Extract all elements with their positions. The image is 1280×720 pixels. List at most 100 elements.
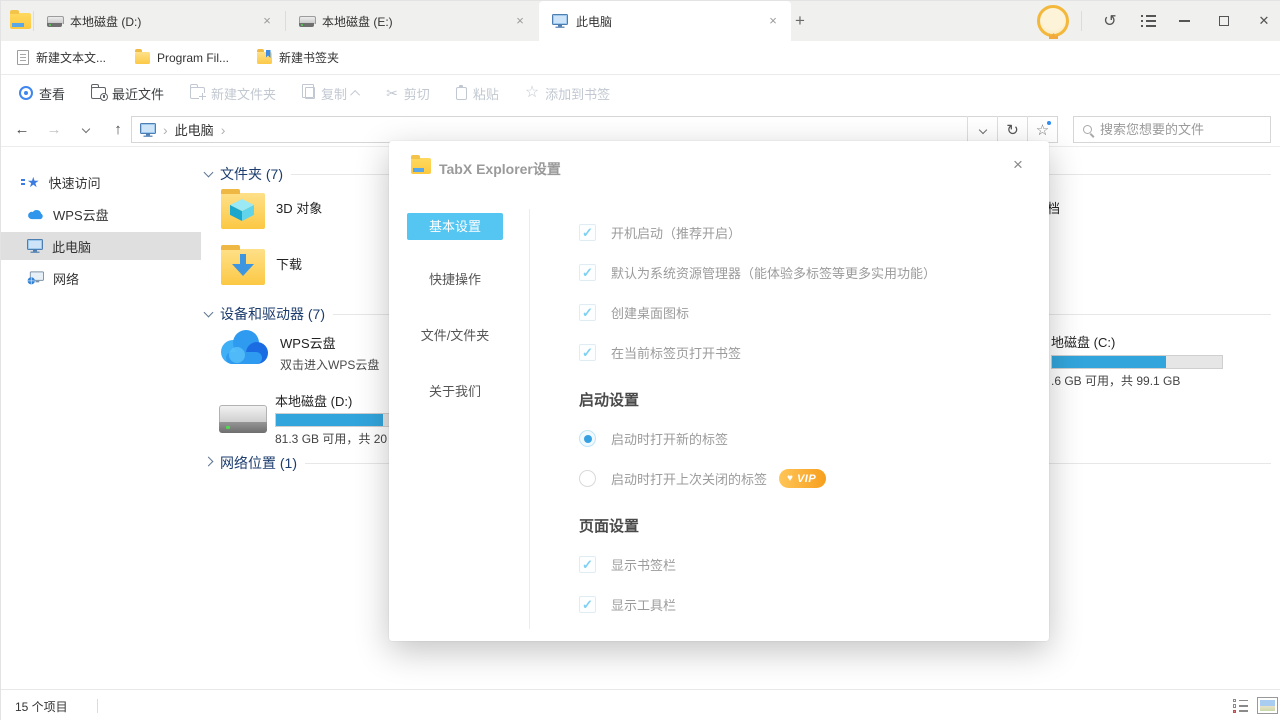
tab-this-pc[interactable]: 此电脑 × — [539, 1, 791, 41]
dialog-tab-about-us[interactable]: 关于我们 — [407, 381, 503, 400]
bookmark-page-button[interactable]: ☆ — [1027, 116, 1057, 143]
reopen-closed-tab-button[interactable]: ↺ — [1095, 7, 1125, 35]
sidebar-item-network[interactable]: 网络 — [1, 264, 201, 292]
item-label: 下载 — [276, 254, 302, 285]
checkbox-checked-icon[interactable]: ✓ — [579, 596, 596, 613]
radio-selected-icon[interactable] — [579, 430, 596, 447]
drive-usage-fill — [1052, 356, 1166, 368]
chevron-down-icon — [978, 125, 986, 133]
tab-close-icon[interactable]: × — [512, 13, 528, 29]
option-label: 在当前标签页打开书签 — [611, 343, 741, 362]
sidebar-item-label: 快速访问 — [49, 173, 101, 192]
vip-crown-icon — [1049, 33, 1058, 39]
dialog-tab-basic-settings[interactable]: 基本设置 — [407, 213, 503, 240]
radio-row-open-new-tab[interactable]: 启动时打开新的标签 — [579, 429, 728, 448]
bookmark-item-text-file[interactable]: 新建文本文... — [9, 41, 114, 74]
titlebar-separator — [1081, 11, 1082, 31]
folder-item-downloads[interactable]: 下载 — [221, 245, 302, 285]
sidebar-item-label: WPS云盘 — [53, 205, 109, 224]
checkbox-checked-icon[interactable]: ✓ — [579, 344, 596, 361]
undo-icon: ↺ — [1103, 11, 1116, 31]
tab-local-disk-e[interactable]: 本地磁盘 (E:) × — [286, 1, 538, 41]
dialog-close-button[interactable]: × — [1007, 154, 1029, 176]
drive-usage-fill — [276, 414, 383, 426]
folder-icon — [135, 52, 150, 64]
bookmark-folder-icon — [257, 52, 272, 64]
new-tab-button[interactable]: + — [789, 10, 811, 32]
tabx-explorer-window: 本地磁盘 (D:) × 本地磁盘 (E:) × 此电脑 × + ↺ ✕ 新建文本… — [0, 0, 1280, 720]
tab-close-icon[interactable]: × — [765, 13, 781, 29]
option-row-create-desktop-icon[interactable]: ✓ 创建桌面图标 — [579, 303, 689, 322]
tool-label: 最近文件 — [112, 84, 164, 103]
dialog-title: TabX Explorer设置 — [439, 159, 561, 179]
option-row-show-toolbar[interactable]: ✓ 显示工具栏 — [579, 595, 676, 614]
minimize-button[interactable] — [1169, 7, 1199, 35]
bookmark-label: Program Fil... — [157, 51, 229, 65]
sidebar-item-this-pc[interactable]: 此电脑 — [1, 232, 201, 260]
tool-label: 复制 — [321, 84, 347, 103]
drive-name: 地磁盘 (C:) — [1051, 332, 1226, 351]
address-bar[interactable]: › 此电脑 › ↻ ☆ — [131, 116, 1058, 143]
radio-row-reopen-last-closed[interactable]: 启动时打开上次关闭的标签 ♥ VIP — [579, 469, 826, 488]
maximize-button[interactable] — [1209, 7, 1239, 35]
dialog-tab-quick-actions[interactable]: 快捷操作 — [407, 269, 503, 288]
back-button[interactable]: ← — [9, 111, 35, 147]
thumbnail-view-button[interactable] — [1257, 697, 1278, 714]
forward-icon: → — [47, 121, 62, 138]
item-label: WPS云盘 — [280, 333, 379, 352]
tab-local-disk-d[interactable]: 本地磁盘 (D:) × — [34, 1, 285, 41]
checkbox-checked-icon[interactable]: ✓ — [579, 224, 596, 241]
heart-icon: ♥ — [787, 473, 793, 484]
refresh-button[interactable]: ↻ — [997, 116, 1027, 143]
forward-button[interactable]: → — [41, 111, 67, 147]
up-button[interactable]: ↑ — [105, 111, 131, 147]
computer-icon — [140, 123, 156, 137]
history-dropdown-button[interactable] — [73, 111, 99, 147]
chevron-down-icon — [82, 125, 90, 133]
option-row-open-bookmark-current-tab[interactable]: ✓ 在当前标签页打开书签 — [579, 343, 741, 362]
bookmark-item-bookmark-folder[interactable]: 新建书签夹 — [249, 41, 347, 74]
option-label: 启动时打开上次关闭的标签 — [611, 469, 767, 488]
avatar[interactable] — [1037, 5, 1069, 37]
close-window-button[interactable]: ✕ — [1249, 7, 1279, 35]
details-view-button[interactable] — [1233, 699, 1250, 713]
copy-button[interactable]: 复制 — [302, 84, 360, 103]
menu-button[interactable] — [1133, 7, 1163, 35]
cut-button[interactable]: ✂ 剪切 — [386, 84, 430, 103]
address-dropdown-button[interactable] — [967, 116, 997, 143]
app-logo-icon — [10, 13, 31, 29]
option-row-default-file-manager[interactable]: ✓ 默认为系统资源管理器（能体验多标签等更多实用功能） — [579, 263, 936, 282]
new-folder-icon — [190, 87, 205, 99]
checkbox-checked-icon[interactable]: ✓ — [579, 556, 596, 573]
checkbox-checked-icon[interactable]: ✓ — [579, 264, 596, 281]
sidebar-item-wps-cloud[interactable]: WPS云盘 — [1, 200, 201, 228]
bookmark-item-program-files[interactable]: Program Fil... — [127, 41, 237, 74]
drive-item-wps-cloud[interactable]: WPS云盘 双击进入WPS云盘 — [217, 329, 379, 373]
search-icon — [1083, 125, 1092, 134]
folder-item-3d-objects[interactable]: 3D 对象 — [221, 189, 322, 229]
option-row-show-bookmarks-bar[interactable]: ✓ 显示书签栏 — [579, 555, 676, 574]
drive-icon — [299, 16, 314, 27]
drive-item-local-disk-c[interactable]: 地磁盘 (C:) .6 GB 可用，共 99.1 GB — [1051, 332, 1226, 389]
option-row-auto-start[interactable]: ✓ 开机启动（推荐开启） — [579, 223, 741, 242]
settings-dialog: TabX Explorer设置 × 基本设置 快捷操作 文件/文件夹 关于我们 … — [389, 141, 1049, 641]
recent-files-button[interactable]: 最近文件 — [91, 84, 164, 103]
items-count: 15 个项目 — [15, 698, 68, 715]
bookmark-label: 新建书签夹 — [279, 49, 339, 66]
dialog-tab-files-folders[interactable]: 文件/文件夹 — [407, 325, 503, 344]
sidebar-item-quick-access[interactable]: ★ 快速访问 — [1, 168, 201, 196]
add-bookmark-button[interactable]: ☆ 添加到书签 — [525, 84, 610, 103]
paste-button[interactable]: 粘贴 — [456, 84, 499, 103]
tab-close-icon[interactable]: × — [259, 13, 275, 29]
checkbox-checked-icon[interactable]: ✓ — [579, 304, 596, 321]
tool-label: 剪切 — [404, 84, 430, 103]
quick-access-star-icon: ★ — [27, 175, 40, 189]
breadcrumb-path[interactable]: 此电脑 — [175, 120, 214, 139]
view-button[interactable]: 查看 — [19, 84, 65, 103]
tab-label: 本地磁盘 (E:) — [322, 13, 512, 30]
toolbar: 查看 最近文件 新建文件夹 复制 ✂ 剪切 粘贴 ☆ 添加到书签 — [1, 75, 1280, 111]
new-folder-button[interactable]: 新建文件夹 — [190, 84, 276, 103]
radio-unselected-icon[interactable] — [579, 470, 596, 487]
search-input[interactable] — [1100, 122, 1250, 137]
search-box[interactable] — [1073, 116, 1271, 143]
